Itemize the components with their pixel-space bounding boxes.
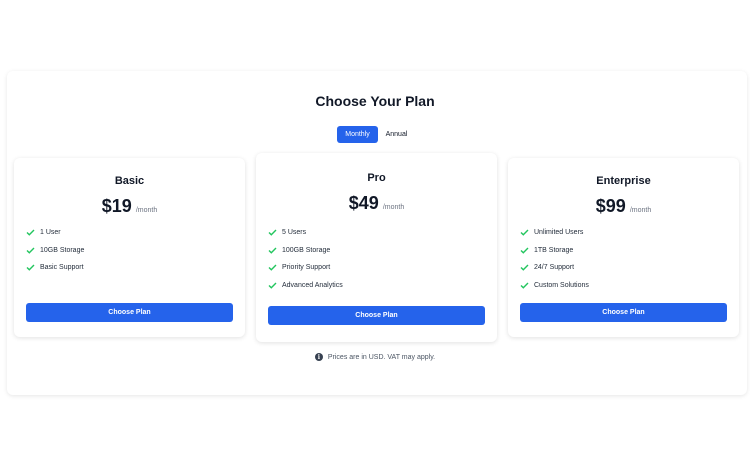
feature-item: Custom Solutions <box>520 277 589 295</box>
feature-item: 5 Users <box>268 224 343 242</box>
feature-label: Advanced Analytics <box>282 281 343 289</box>
feature-item: 1 User <box>26 224 84 242</box>
footnote-text: Prices are in USD. VAT may apply. <box>327 353 436 361</box>
check-icon <box>520 247 530 254</box>
check-icon <box>26 264 36 272</box>
feature-label: 1TB Storage <box>534 246 574 254</box>
choose-plan-button[interactable]: Choose Plan <box>520 303 727 322</box>
check-icon <box>26 247 36 254</box>
choose-plan-button[interactable]: Choose Plan <box>26 303 233 322</box>
annual-toggle-button[interactable]: Annual <box>378 126 415 143</box>
feature-label: 24/7 Support <box>534 264 575 272</box>
info-icon: i <box>314 353 323 361</box>
check-icon <box>268 247 278 254</box>
feature-label: 1 User <box>40 229 61 237</box>
plan-period: /month <box>382 204 405 211</box>
check-icon <box>520 229 530 237</box>
monthly-toggle-button[interactable]: Monthly <box>337 126 378 143</box>
feature-label: 5 Users <box>282 229 307 237</box>
billing-toggle: Monthly Annual <box>337 126 415 143</box>
feature-label: Custom Solutions <box>534 281 589 289</box>
plan-price: $49 <box>348 193 379 213</box>
feature-item: Advanced Analytics <box>268 277 343 295</box>
feature-item: Priority Support <box>268 259 343 277</box>
check-icon <box>520 264 530 272</box>
page-title: Choose Your Plan <box>315 93 435 109</box>
plan-card-basic: Basic $19 /month 1 User 10GB Storage Bas… <box>14 158 245 337</box>
plan-card-pro: Pro $49 /month 5 Users 100GB Storage Pri… <box>256 153 497 342</box>
feature-label: 100GB Storage <box>282 246 331 254</box>
plan-name: Pro <box>367 172 386 184</box>
check-icon <box>26 229 36 237</box>
check-icon <box>268 229 278 237</box>
feature-item: Basic Support <box>26 259 84 277</box>
choose-plan-button[interactable]: Choose Plan <box>268 306 485 325</box>
feature-item: 1TB Storage <box>520 242 589 260</box>
plan-name: Enterprise <box>596 175 651 187</box>
feature-label: Unlimited Users <box>534 229 584 237</box>
plan-period: /month <box>135 207 158 214</box>
pricing-footnote: i Prices are in USD. VAT may apply. <box>0 353 750 361</box>
plan-price: $19 <box>101 196 132 216</box>
check-icon <box>268 282 278 289</box>
feature-item: Unlimited Users <box>520 224 589 242</box>
plan-name: Basic <box>114 175 145 187</box>
feature-label: Priority Support <box>282 264 331 272</box>
feature-item: 10GB Storage <box>26 242 84 260</box>
plan-price: $99 <box>595 196 626 216</box>
feature-label: 10GB Storage <box>40 246 85 254</box>
check-icon <box>520 282 530 289</box>
feature-item: 24/7 Support <box>520 259 589 277</box>
check-icon <box>268 264 278 272</box>
plan-card-enterprise: Enterprise $99 /month Unlimited Users 1T… <box>508 158 739 337</box>
plan-period: /month <box>629 207 652 214</box>
feature-item: 100GB Storage <box>268 242 343 260</box>
feature-label: Basic Support <box>40 264 84 272</box>
